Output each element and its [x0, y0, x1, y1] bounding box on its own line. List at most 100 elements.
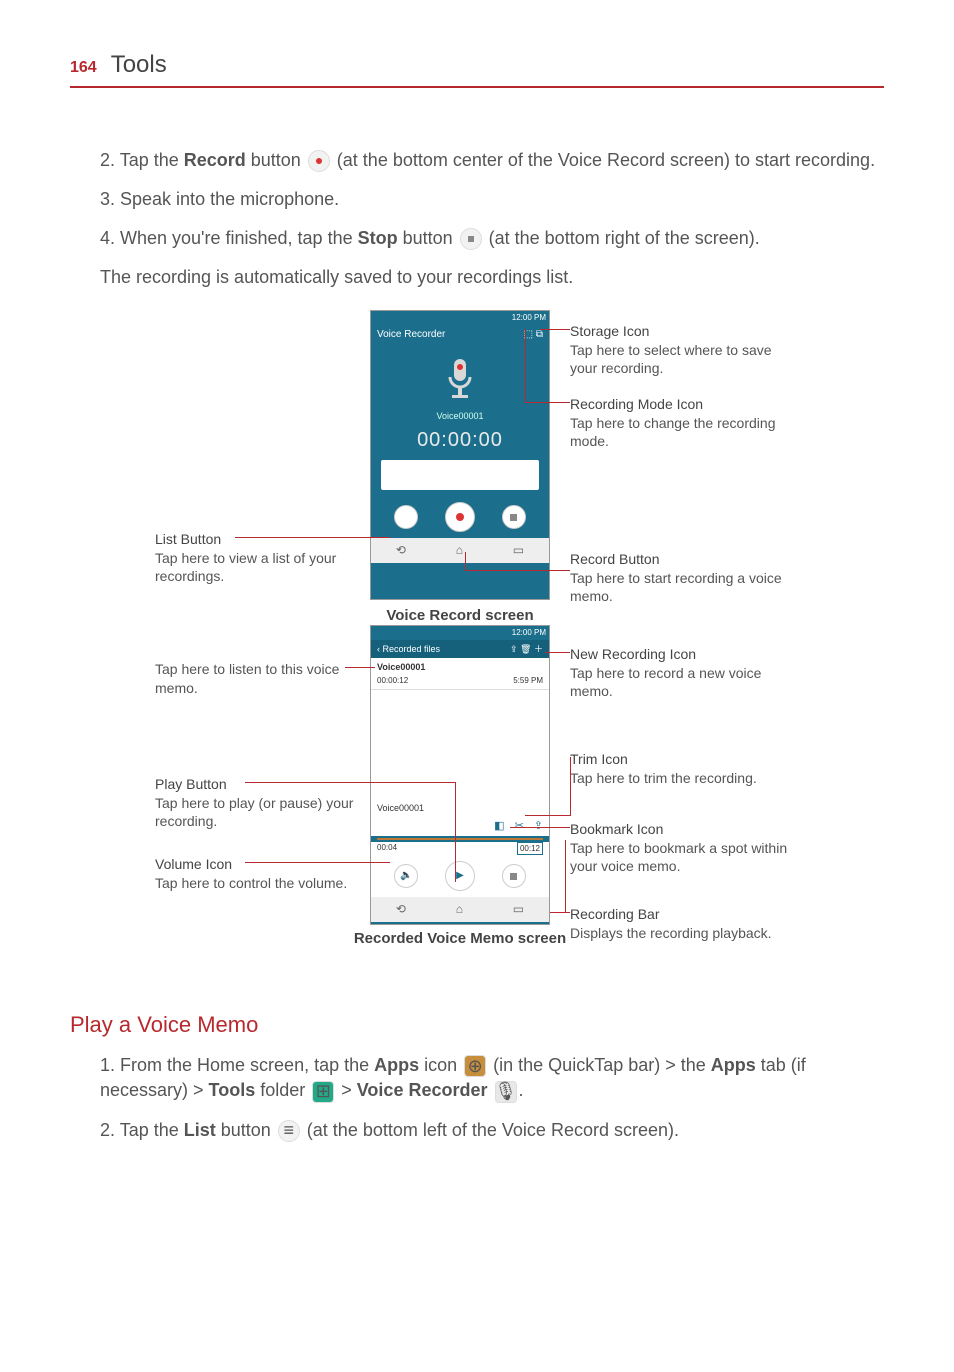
- file-duration: 00:00:12: [377, 676, 408, 685]
- nav-bar: ⟲ ⌂ ▭: [371, 897, 549, 922]
- t-start: 00:04: [377, 842, 397, 855]
- file-time: 5:59 PM: [513, 675, 543, 686]
- label-title: New Recording Icon: [570, 645, 790, 663]
- back-chevron-icon[interactable]: ‹ Recorded files: [377, 643, 440, 656]
- label-desc: Tap here to bookmark a spot within your …: [570, 840, 787, 874]
- step-4-note: The recording is automatically saved to …: [70, 265, 884, 290]
- share-icon[interactable]: ⇪: [510, 644, 518, 654]
- home-icon[interactable]: ⌂: [456, 542, 463, 559]
- back-icon[interactable]: ⟲: [396, 901, 406, 918]
- text: [488, 1080, 493, 1100]
- label-title: List Button: [155, 530, 355, 548]
- label-new-recording-icon: New Recording Icon Tap here to record a …: [570, 645, 790, 700]
- stop-button[interactable]: [502, 864, 526, 888]
- label-desc: Tap here to control the volume.: [155, 875, 347, 891]
- bold: Tools: [209, 1080, 256, 1100]
- callout-line: [245, 782, 455, 783]
- status-bar: 12:00 PM: [371, 311, 549, 324]
- label-title: Volume Icon: [155, 855, 355, 873]
- text: >: [336, 1080, 357, 1100]
- text: button: [398, 228, 458, 248]
- microphone-icon: [440, 355, 480, 405]
- instruction-list: 2. Tap the Record button (at the bottom …: [70, 148, 884, 252]
- label-desc: Tap here to view a list of your recordin…: [155, 550, 336, 584]
- mic-area: Voice00001: [371, 345, 549, 427]
- text: (at the bottom right of the screen).: [484, 228, 760, 248]
- step-3: 3. Speak into the microphone.: [100, 187, 884, 212]
- recent-icon[interactable]: ▭: [513, 901, 524, 918]
- volume-button[interactable]: 🔈: [394, 864, 418, 888]
- list-icon: ≡: [278, 1120, 300, 1142]
- callout-line: [235, 537, 390, 538]
- label-storage-icon: Storage Icon Tap here to select where to…: [570, 322, 790, 377]
- nav-bar: ⟲ ⌂ ▭: [371, 538, 549, 563]
- play-step-1: 1. From the Home screen, tap the Apps ic…: [100, 1053, 884, 1103]
- label-desc: Displays the recording playback.: [570, 925, 772, 941]
- record-button[interactable]: [445, 502, 475, 532]
- text: 2. Tap the: [100, 1120, 184, 1140]
- label-title: Record Button: [570, 550, 790, 568]
- label-title: Recording Bar: [570, 905, 790, 923]
- label-play-button: Play Button Tap here to play (or pause) …: [155, 775, 355, 830]
- label-title: Play Button: [155, 775, 355, 793]
- apps-icon: ⊕: [464, 1055, 486, 1077]
- voice-recorder-icon: 🎙: [495, 1081, 517, 1103]
- app-title: Voice Recorder: [377, 328, 445, 342]
- time-row: 00:04 00:12: [371, 842, 549, 855]
- text: (in the QuickTap bar) > the: [488, 1055, 711, 1075]
- text: 4. When you're finished, tap the: [100, 228, 358, 248]
- callout-line: [540, 329, 570, 330]
- label-desc: Tap here to start recording a voice memo…: [570, 570, 782, 604]
- recording-bar[interactable]: [377, 838, 543, 840]
- play-step-2: 2. Tap the List button ≡ (at the bottom …: [100, 1118, 884, 1143]
- record-controls: ≡: [371, 496, 549, 538]
- home-icon[interactable]: ⌂: [456, 901, 463, 918]
- label-desc: Tap here to listen to this voice memo.: [155, 661, 339, 695]
- label-title: Storage Icon: [570, 322, 790, 340]
- label-desc: Tap here to trim the recording.: [570, 770, 757, 786]
- bookmark-icon[interactable]: ◧: [494, 819, 504, 834]
- rec-filename: Voice00001: [371, 410, 549, 423]
- recorded-memo-screen: 12:00 PM ‹ Recorded files ⇪ 🗑 ＋ Voice000…: [370, 625, 550, 925]
- callout-line: [455, 782, 456, 882]
- label-title: Bookmark Icon: [570, 820, 790, 838]
- back-icon[interactable]: ⟲: [396, 542, 406, 559]
- callout-line: [525, 815, 570, 816]
- label-title: Trim Icon: [570, 750, 790, 768]
- file-row[interactable]: Voice00001 00:00:12 5:59 PM: [371, 658, 549, 690]
- callout-line: [570, 757, 571, 816]
- callout-line: [465, 570, 570, 571]
- callout-line: [510, 827, 570, 828]
- label-bookmark-icon: Bookmark Icon Tap here to bookmark a spo…: [570, 820, 790, 875]
- diagram: 12:00 PM Voice Recorder ⬚ ⧉ Voice00001 0…: [70, 310, 850, 990]
- play-button[interactable]: ▶: [445, 861, 475, 891]
- label-volume-icon: Volume Icon Tap here to control the volu…: [155, 855, 355, 891]
- list-button[interactable]: ≡: [394, 505, 418, 529]
- text: (at the bottom left of the Voice Record …: [302, 1120, 679, 1140]
- recent-icon[interactable]: ▭: [513, 542, 524, 559]
- toolbar-icons: ⇪ 🗑 ＋: [510, 643, 543, 656]
- label-recmode-icon: Recording Mode Icon Tap here to change t…: [570, 395, 790, 450]
- page-number: 164: [70, 57, 97, 79]
- stop-icon: [460, 228, 482, 250]
- text: icon: [419, 1055, 462, 1075]
- empty-list-area: [371, 690, 549, 800]
- topbar: Voice Recorder ⬚ ⧉: [371, 325, 549, 345]
- text: button: [216, 1120, 276, 1140]
- delete-icon[interactable]: 🗑: [520, 644, 531, 654]
- timer: 00:00:00: [371, 426, 549, 454]
- section-heading: Play a Voice Memo: [70, 1010, 884, 1041]
- label-trim-icon: Trim Icon Tap here to trim the recording…: [570, 750, 790, 786]
- bold: Voice Recorder: [357, 1080, 488, 1100]
- callout-line: [465, 552, 466, 571]
- text: 1. From the Home screen, tap the: [100, 1055, 374, 1075]
- bold: List: [184, 1120, 216, 1140]
- caption-2: Recorded Voice Memo screen: [350, 930, 570, 948]
- label-list-button: List Button Tap here to view a list of y…: [155, 530, 355, 585]
- bold-stop: Stop: [358, 228, 398, 248]
- new-recording-icon[interactable]: ＋: [534, 644, 543, 654]
- stop-button[interactable]: [502, 505, 526, 529]
- bold-record: Record: [184, 150, 246, 170]
- text: 2. Tap the: [100, 150, 184, 170]
- label-recording-bar: Recording Bar Displays the recording pla…: [570, 905, 790, 941]
